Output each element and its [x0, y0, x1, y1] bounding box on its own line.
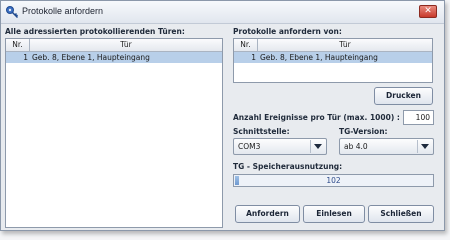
tg-version-label: TG-Version: [339, 127, 388, 136]
window-title: Protokolle anfordern [22, 6, 104, 16]
row-door: Geb. 8, Ebene 1, Haupteingang [32, 53, 150, 62]
column-header-tuer[interactable]: Tür [258, 39, 432, 51]
close-button[interactable]: ✕ [419, 5, 437, 18]
table-row[interactable]: 1 Geb. 8, Ebene 1, Haupteingang [6, 52, 222, 63]
title-bar[interactable]: Protokolle anfordern ✕ [1, 1, 444, 24]
row-nr: 1 [251, 53, 256, 62]
memory-usage-value: 102 [326, 176, 341, 185]
tg-version-select[interactable]: ab 4.0 [339, 138, 434, 155]
memory-usage-label: TG - Speicherausnutzung: [233, 162, 343, 171]
read-in-button[interactable]: Einlesen [303, 205, 365, 223]
key-icon [6, 6, 19, 19]
all-doors-label: Alle adressierten protokollierenden Türe… [5, 27, 185, 36]
tg-version-value: ab 4.0 [344, 142, 368, 151]
request-from-label: Protokolle anfordern von: [233, 27, 342, 36]
chevron-down-icon[interactable] [417, 140, 432, 153]
request-button[interactable]: Anfordern [235, 205, 300, 223]
dialog-window: Protokolle anfordern ✕ Alle adressierten… [0, 0, 445, 231]
events-count-input[interactable]: 100 [403, 110, 434, 125]
column-header-tuer[interactable]: Tür [30, 39, 222, 51]
all-doors-table[interactable]: Nr. Tür 1 Geb. 8, Ebene 1, Haupteingang [5, 38, 223, 228]
row-nr: 1 [23, 53, 28, 62]
chevron-down-icon[interactable] [310, 140, 325, 153]
request-doors-table[interactable]: Nr. Tür 1 Geb. 8, Ebene 1, Haupteingang [233, 38, 433, 83]
memory-usage-bar: 102 [233, 174, 434, 187]
column-header-nr[interactable]: Nr. [6, 39, 30, 51]
row-door: Geb. 8, Ebene 1, Haupteingang [260, 53, 378, 62]
close-icon: ✕ [424, 6, 432, 16]
print-button[interactable]: Drucken [374, 87, 433, 105]
column-header-nr[interactable]: Nr. [234, 39, 258, 51]
table-header: Nr. Tür [6, 39, 222, 52]
table-row[interactable]: 1 Geb. 8, Ebene 1, Haupteingang [234, 52, 432, 63]
interface-select[interactable]: COM3 [233, 138, 327, 155]
interface-label: Schnittstelle: [233, 127, 290, 136]
close-dialog-button[interactable]: Schließen [368, 205, 434, 223]
interface-value: COM3 [238, 142, 261, 151]
events-label: Anzahl Ereignisse pro Tür (max. 1000) : [233, 113, 400, 122]
table-header: Nr. Tür [234, 39, 432, 52]
